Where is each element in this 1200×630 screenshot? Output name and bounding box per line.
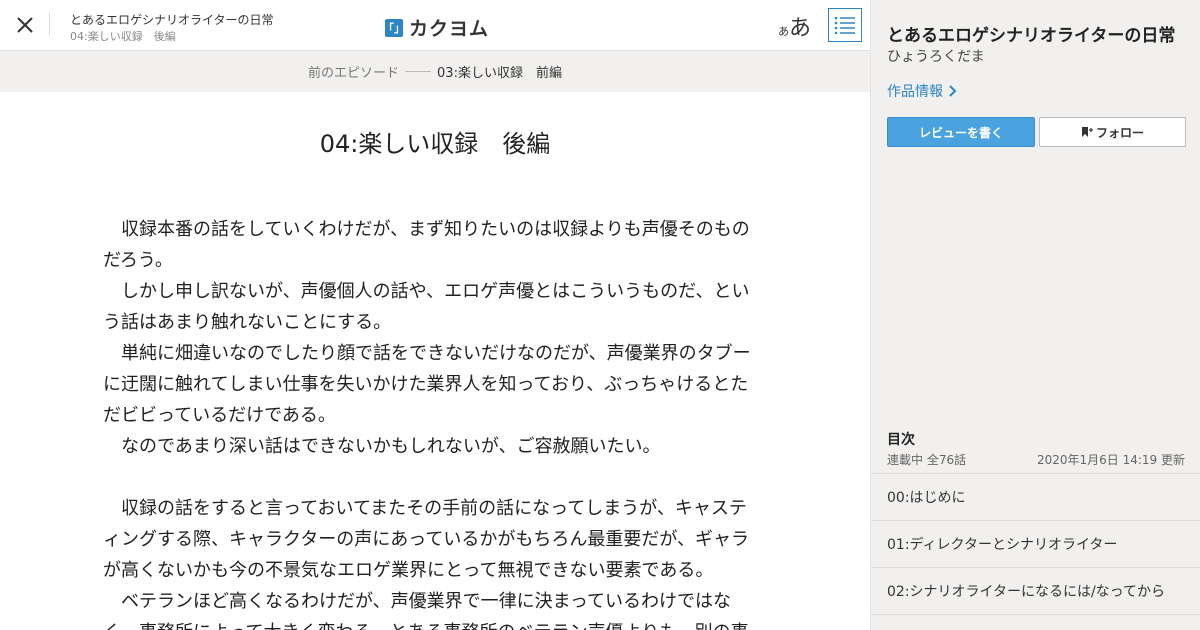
work-sidebar: とあるエロゲシナリオライターの日常 ひょうろくだま 作品情報 レビューを書く フ… [870, 0, 1200, 630]
serial-status: 連載中 全76話 [887, 453, 967, 467]
body-paragraph: なのであまり深い話はできないかもしれないが、ご容赦願いたい。 [103, 436, 661, 457]
logo-text: カクヨム [409, 18, 490, 40]
toc-toggle-button[interactable] [828, 8, 862, 42]
previous-episode-divider [405, 71, 432, 72]
header-divider [49, 12, 50, 36]
toc-heading: 目次 [887, 432, 915, 448]
body-paragraph-blank [103, 462, 753, 493]
reader-header: とあるエロゲシナリオライターの日常 04:楽しい収録 後編 「」 カクヨム ああ [0, 0, 870, 51]
previous-episode-title[interactable]: 03:楽しい収録 前編 [437, 62, 562, 81]
previous-episode-nav[interactable]: 前のエピソード 03:楽しい収録 前編 [0, 51, 870, 92]
close-button[interactable] [14, 14, 36, 36]
body-paragraph: 単純に畑違いなのでしたり顔で話をできないだけなのだが、声優業界のタブーに迂闊に触… [103, 343, 751, 426]
font-size-button[interactable]: ああ [778, 10, 811, 42]
bookmark-plus-icon [1081, 127, 1093, 137]
episode-body: 収録本番の話をしていくわけだが、まず知りたいのは収録よりも声優そのものだろう。 … [103, 214, 753, 630]
logo-mark: 「」 [383, 18, 405, 37]
follow-button[interactable]: フォロー [1039, 117, 1186, 147]
body-paragraph: 収録本番の話をしていくわけだが、まず知りたいのは収録よりも声優そのものだろう。 [103, 219, 750, 271]
sidebar-work-title[interactable]: とあるエロゲシナリオライターの日常 [887, 21, 1175, 46]
follow-label: フォロー [1095, 125, 1144, 140]
work-info-link[interactable]: 作品情報 [887, 81, 957, 101]
font-size-large-glyph: あ [789, 16, 812, 41]
write-review-button[interactable]: レビューを書く [887, 117, 1035, 147]
work-title-link[interactable]: とあるエロゲシナリオライターの日常 [70, 11, 274, 28]
kakuyomu-logo[interactable]: 「」 カクヨム [383, 14, 490, 41]
body-paragraph: しかし申し訳ないが、声優個人の話や、エロゲ声優とはこういうものだ、という話はあま… [103, 281, 750, 333]
chevron-right-icon [949, 85, 957, 97]
episode-title: 04:楽しい収録 後編 [319, 130, 551, 158]
episode-subtitle: 04:楽しい収録 後編 [70, 30, 176, 43]
toc-list: 00:はじめに 01:ディレクターとシナリオライター 02:シナリオライターにな… [871, 473, 1200, 615]
toc-item[interactable]: 01:ディレクターとシナリオライター [871, 521, 1200, 568]
work-info-label: 作品情報 [887, 84, 943, 100]
previous-episode-label: 前のエピソード [308, 66, 400, 81]
list-icon [834, 16, 855, 34]
body-paragraph: 収録の話をすると言っておいてまたその手前の話になってしまうが、キャスティングする… [103, 498, 750, 581]
toc-item[interactable]: 00:はじめに [871, 474, 1200, 521]
body-paragraph: ベテランほど高くなるわけだが、声優業界で一律に決まっているわけではなく、事務所に… [103, 591, 749, 630]
last-updated: 2020年1月6日 14:19 更新 [1036, 453, 1185, 467]
font-size-small-glyph: あ [778, 25, 789, 38]
toc-item[interactable]: 02:シナリオライターになるには/なってから [871, 568, 1200, 615]
close-icon [17, 17, 33, 33]
sidebar-author[interactable]: ひょうろくだま [887, 46, 985, 66]
